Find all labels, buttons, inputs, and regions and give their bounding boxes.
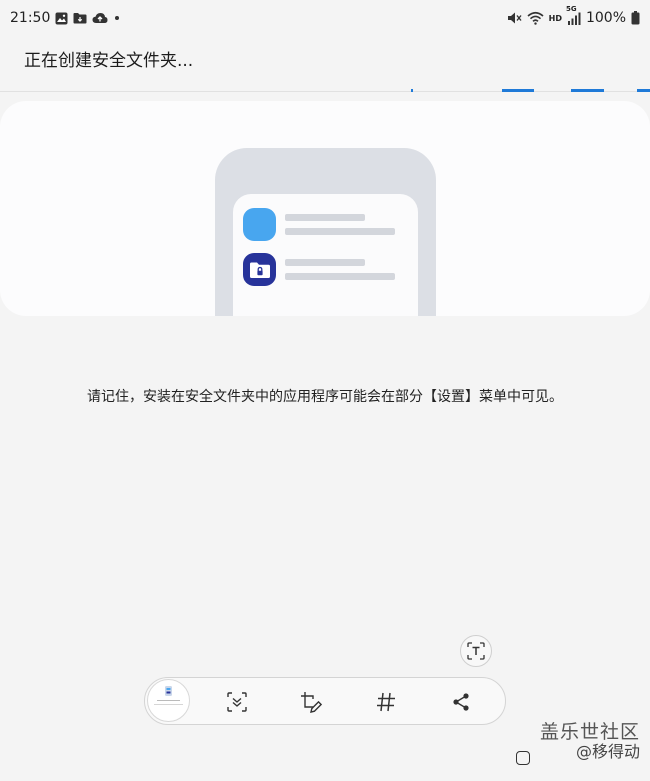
status-left: 21:50 bbox=[10, 10, 121, 26]
screenshot-toolbar bbox=[144, 677, 506, 725]
hashtag-button[interactable] bbox=[371, 687, 401, 717]
page-title: 正在创建安全文件夹... bbox=[24, 51, 194, 71]
network-label: 5G bbox=[565, 4, 577, 13]
wifi-icon bbox=[527, 11, 544, 25]
scroll-capture-button[interactable] bbox=[222, 687, 252, 717]
secure-folder-icon bbox=[243, 253, 276, 286]
illustration-card bbox=[0, 101, 650, 316]
share-button[interactable] bbox=[446, 687, 476, 717]
notification-dot bbox=[113, 14, 121, 22]
placeholder-line bbox=[285, 228, 395, 235]
progress-indicator-segment bbox=[571, 89, 604, 92]
battery-text: 100% bbox=[585, 10, 626, 26]
placeholder-line bbox=[285, 259, 365, 266]
app-icon bbox=[243, 208, 276, 241]
signal-5g-icon: 5G bbox=[566, 5, 581, 25]
watermark-handle: @移得动 bbox=[575, 742, 640, 761]
scroll-capture-icon bbox=[226, 691, 248, 713]
recents-button[interactable] bbox=[516, 751, 530, 765]
status-time: 21:50 bbox=[10, 10, 51, 26]
watermark-brand: 盖乐世社区 bbox=[539, 721, 640, 743]
text-extract-icon bbox=[467, 642, 485, 660]
edit-crop-button[interactable] bbox=[296, 687, 326, 717]
folder-icon bbox=[73, 12, 87, 24]
hashtag-icon bbox=[375, 691, 397, 713]
device-illustration-front bbox=[233, 194, 418, 316]
screenshot-thumbnail[interactable] bbox=[147, 679, 190, 722]
battery-icon bbox=[631, 11, 640, 25]
hd-label: HD bbox=[548, 13, 562, 23]
gallery-icon bbox=[55, 12, 68, 25]
divider bbox=[0, 91, 650, 92]
progress-indicator-segment bbox=[502, 89, 534, 92]
placeholder-line bbox=[285, 273, 395, 280]
notice-text: 请记住，安装在安全文件夹中的应用程序可能会在部分【设置】菜单中可见。 bbox=[87, 389, 563, 405]
placeholder-line bbox=[285, 214, 365, 221]
cloud-upload-icon bbox=[92, 12, 108, 24]
watermark: 盖乐世社区 @移得动 bbox=[540, 722, 640, 762]
extract-text-button[interactable] bbox=[460, 635, 492, 667]
progress-indicator-segment bbox=[411, 89, 413, 92]
share-icon bbox=[451, 692, 471, 712]
status-bar: 21:50 HD 5G 100% bbox=[0, 0, 650, 36]
progress-indicator-segment bbox=[637, 89, 650, 92]
mute-icon bbox=[507, 11, 522, 25]
edit-crop-icon bbox=[299, 690, 323, 714]
status-right: HD 5G 100% bbox=[507, 5, 640, 26]
